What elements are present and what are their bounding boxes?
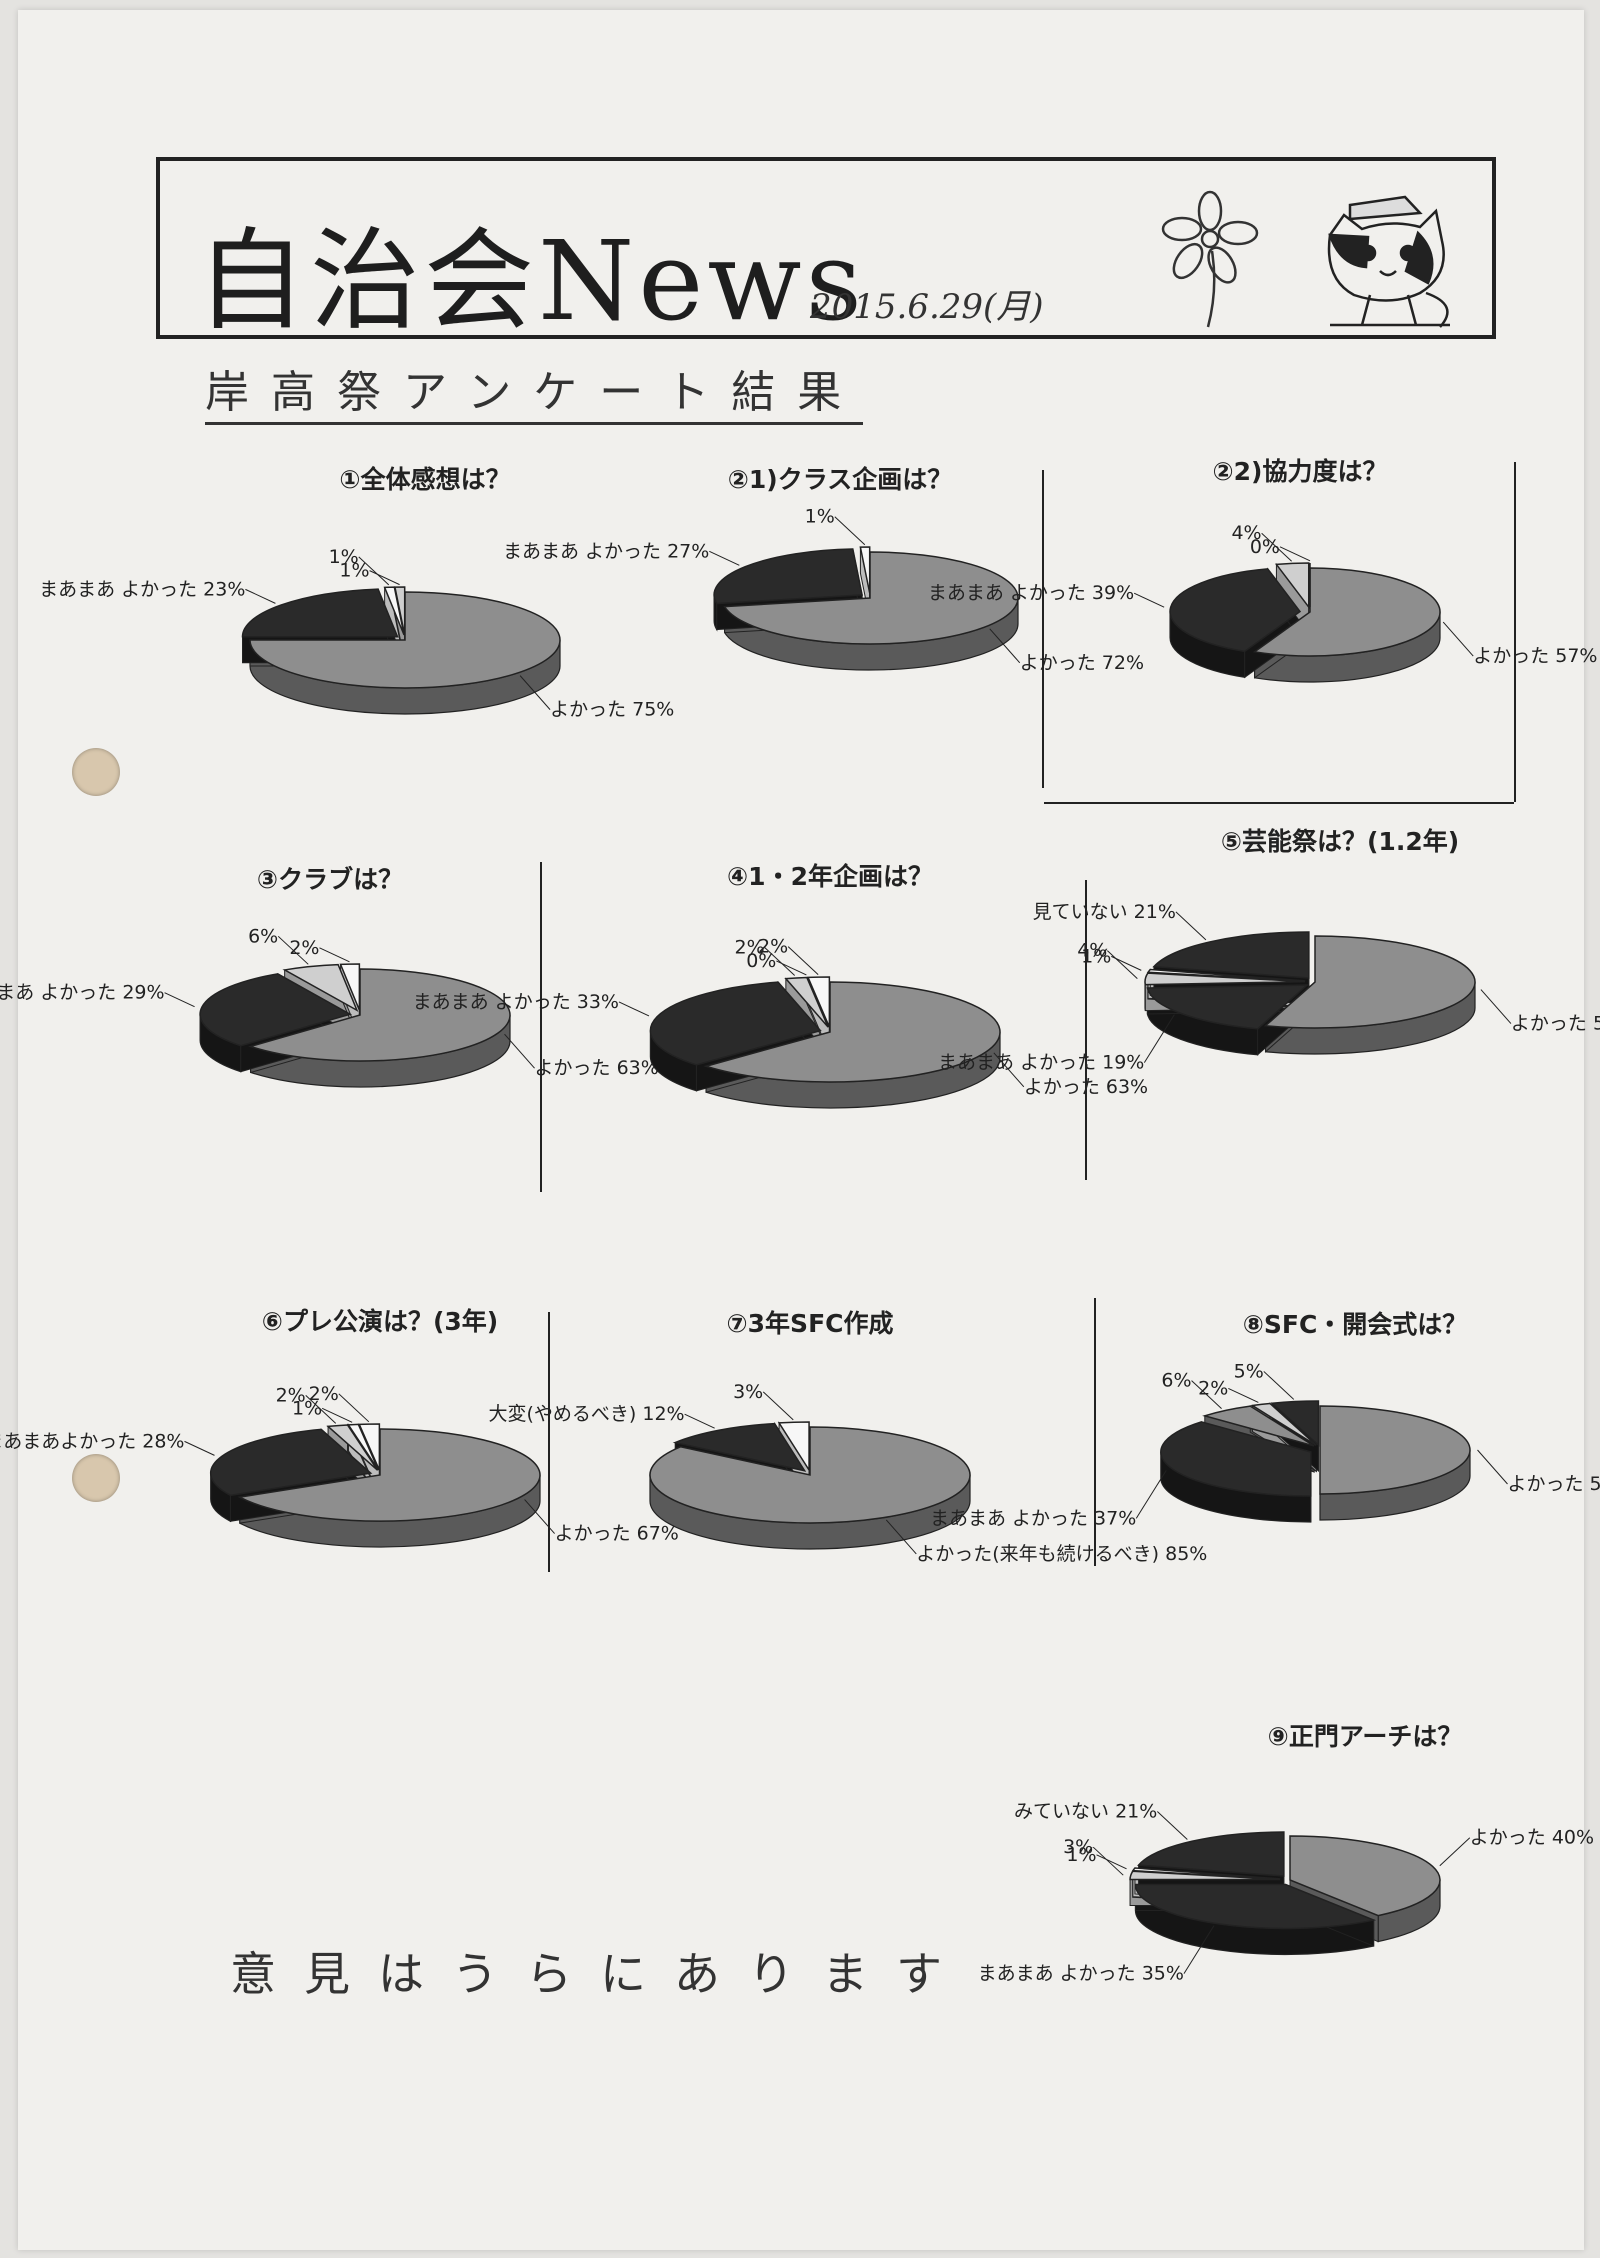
- label-leader-line: [787, 946, 819, 975]
- pie-chart-4: ③クラブは？ よかった 63% まあまあ よかった 29% 6% 2%: [0, 865, 659, 1088]
- slice-label: よかった 40%: [1470, 1827, 1594, 1849]
- pie-chart-10: ⑨正門アーチは？よかった 40%まあまあ よかった 35%3%1%みていない 2…: [978, 1722, 1594, 1985]
- label-leader-line: [1442, 621, 1474, 657]
- slice-label: 1%: [339, 560, 369, 582]
- slice-label: まあまあ よかった 33%: [413, 991, 619, 1013]
- slice-label: みていない 21%: [1014, 1801, 1157, 1823]
- slice-label: まあまあ よかった 35%: [978, 1963, 1184, 1985]
- slice-label: 1%: [805, 506, 835, 528]
- pie-chart-9: ⑧SFC・開会式は？ よかった 50% まあまあ よかった 37% 6% 2% 5%: [930, 1310, 1600, 1529]
- label-leader-line: [1133, 592, 1165, 608]
- label-leader-line: [684, 1413, 715, 1429]
- slice-label: 3%: [733, 1381, 763, 1403]
- slice-label: よかった 67%: [555, 1523, 679, 1545]
- label-leader-line: [1092, 1846, 1124, 1876]
- label-leader-line: [1228, 1387, 1259, 1403]
- label-leader-line: [504, 1033, 535, 1069]
- label-leader-line: [1175, 911, 1207, 941]
- label-leader-line: [618, 1001, 650, 1017]
- label-leader-line: [338, 1393, 370, 1423]
- chart-title: ⑤芸能祭は？(1.2年): [1221, 827, 1459, 856]
- label-leader-line: [1263, 1371, 1295, 1400]
- label-leader-line: [1156, 1811, 1188, 1840]
- label-leader-line: [1439, 1837, 1471, 1867]
- label-leader-line: [834, 516, 866, 546]
- label-leader-line: [1480, 989, 1512, 1024]
- label-leader-line: [164, 992, 195, 1008]
- pie-slice: [713, 548, 864, 605]
- label-leader-line: [1135, 1470, 1167, 1519]
- slice-label: まあまあ よかった 39%: [928, 582, 1134, 604]
- pie-chart-3: ②2)協力度は？よかった 57%まあまあ よかった 39%4%0%: [928, 457, 1597, 683]
- slice-label: 大変(やめるべき) 12%: [489, 1403, 685, 1425]
- slice-label: まあまあ よかった 29%: [0, 982, 165, 1004]
- slice-label: 1%: [1066, 1844, 1096, 1866]
- label-leader-line: [184, 1440, 215, 1456]
- pie-slice: [241, 588, 399, 638]
- slice-label: まあまあよかった 28%: [0, 1430, 184, 1452]
- footer-note: 意見はうらにあります: [230, 1947, 970, 2001]
- label-leader-line: [245, 588, 276, 604]
- slice-label: よかった(来年も続けるべき) 85%: [916, 1543, 1207, 1565]
- chart-title: ⑨正門アーチは？: [1268, 1722, 1463, 1751]
- label-leader-line: [1477, 1449, 1508, 1485]
- chart-title: ②2)協力度は？: [1213, 457, 1388, 486]
- label-leader-line: [1279, 546, 1311, 562]
- slice-label: よかった 50%: [1508, 1473, 1600, 1495]
- slice-label: よかった 63%: [535, 1057, 659, 1079]
- chart-title: ⑥プレ公演は？(3年): [262, 1307, 498, 1336]
- pie-chart-2: ②1)クラス企画は？ よかった 72% まあまあ よかった 27% 1%: [503, 465, 1144, 674]
- chart-title: ⑧SFC・開会式は？: [1243, 1310, 1468, 1339]
- slice-label: 6%: [1161, 1370, 1191, 1392]
- slice-label: 2%: [309, 1383, 339, 1405]
- slice-label: 2%: [289, 937, 319, 959]
- slice-label: 2%: [1198, 1377, 1228, 1399]
- slice-label: 1%: [1081, 945, 1111, 967]
- slice-label: まあまあ よかった 37%: [930, 1507, 1136, 1529]
- slice-label: まあまあ よかった 23%: [39, 578, 245, 600]
- label-leader-line: [762, 1391, 794, 1421]
- slice-label: よかった 55%: [1511, 1013, 1600, 1035]
- slice-label: 2%: [758, 936, 788, 958]
- pie-chart-7: ⑥プレ公演は？(3年)よかった 67%まあまあよかった 28%2%1%2%: [0, 1307, 679, 1548]
- slice-label: 6%: [248, 925, 278, 947]
- slice-label: まあまあ よかった 19%: [938, 1052, 1144, 1074]
- label-leader-line: [709, 550, 740, 566]
- slice-label: まあまあ よかった 27%: [503, 540, 709, 562]
- label-leader-line: [369, 570, 400, 586]
- label-leader-line: [319, 947, 350, 963]
- label-leader-line: [1096, 1854, 1127, 1870]
- chart-title: ①全体感想は？: [339, 465, 510, 494]
- slice-label: 0%: [1250, 536, 1280, 558]
- pie-chart-1: ①全体感想は？よかった 75%まあまあ よかった 23%1%1%: [39, 465, 674, 721]
- pie-charts-area: ①全体感想は？よかった 75%まあまあ よかった 23%1%1%②1)クラス企画…: [0, 457, 1600, 1985]
- slice-label: 見ていない 21%: [1033, 901, 1176, 923]
- slice-label: よかった 57%: [1473, 645, 1597, 667]
- pie-chart-6: ⑤芸能祭は？(1.2年)よかった 55%まあまあ よかった 19%4%1%見てい…: [938, 827, 1600, 1074]
- chart-title: ③クラブは？: [257, 865, 403, 894]
- slice-label: よかった 75%: [550, 699, 674, 721]
- chart-title: ②1)クラス企画は？: [728, 465, 953, 494]
- chart-title: ⑦3年SFC作成: [727, 1309, 894, 1338]
- slice-label: よかった 72%: [1020, 652, 1144, 674]
- slice-label: よかった 63%: [1024, 1076, 1148, 1098]
- slice-label: 5%: [1234, 1360, 1264, 1382]
- chart-title: ④1・2年企画は？: [727, 862, 933, 891]
- label-leader-line: [1107, 950, 1138, 980]
